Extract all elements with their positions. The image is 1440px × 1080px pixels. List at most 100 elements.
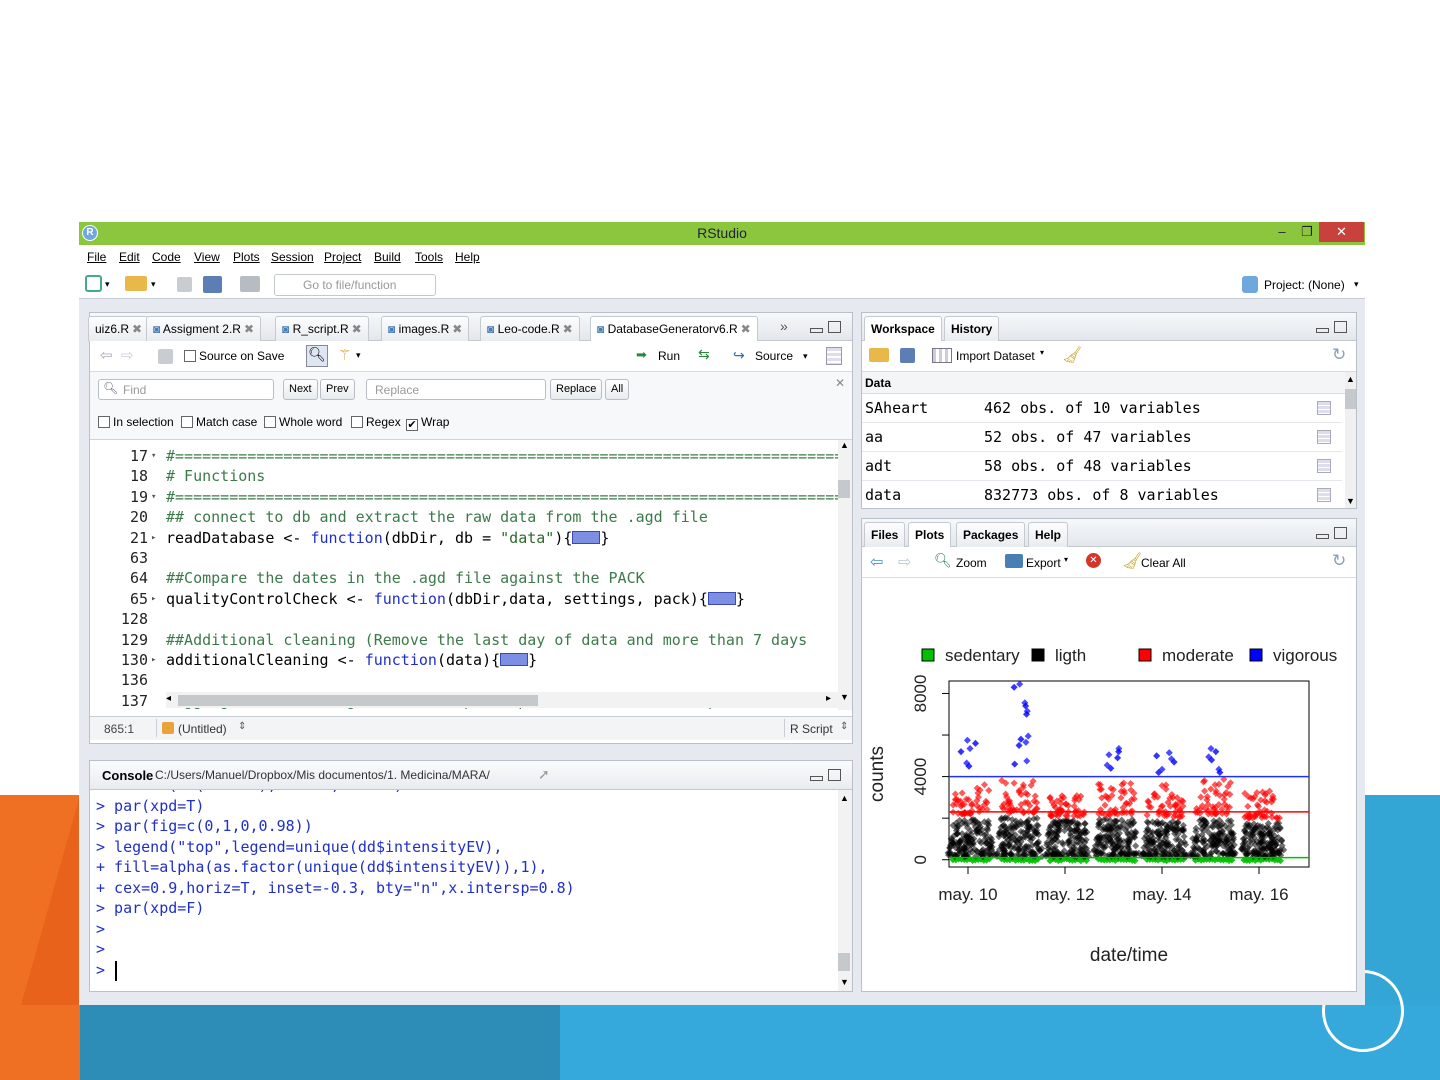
rerun-icon[interactable]: ⇆	[698, 346, 710, 363]
workspace-scrollbar[interactable]: ▲ ▼	[1345, 372, 1356, 508]
find-input[interactable]: Find	[98, 379, 274, 400]
clear-all-button[interactable]: Clear All	[1141, 556, 1186, 570]
chevron-updown-icon[interactable]: ⇕	[238, 721, 246, 732]
menu-view[interactable]: View	[194, 250, 220, 264]
scope-selector[interactable]: (Untitled)	[178, 722, 227, 736]
fold-toggle-icon[interactable]: ▸	[151, 650, 156, 670]
document-outline-icon[interactable]	[826, 347, 842, 365]
chevron-down-icon[interactable]: ▾	[105, 279, 110, 290]
console-title[interactable]: Console	[102, 768, 153, 783]
prev-button[interactable]: Prev	[320, 379, 355, 400]
save-icon[interactable]	[177, 277, 192, 292]
print-icon[interactable]	[240, 276, 260, 292]
save-workspace-icon[interactable]	[900, 348, 915, 363]
search-icon[interactable]: 🔍︎	[306, 345, 328, 367]
chevron-down-icon[interactable]: ▾	[1064, 555, 1068, 564]
menu-code[interactable]: Code	[152, 250, 181, 264]
console-scrollbar[interactable]: ▲ ▼	[838, 790, 852, 991]
tab-workspace[interactable]: Workspace	[864, 316, 942, 341]
tab-images[interactable]: ◙ images.R ✖	[381, 316, 470, 341]
editor-vertical-scrollbar[interactable]: ▲ ▼	[838, 440, 852, 710]
tab-rscript[interactable]: ◙ R_script.R ✖	[275, 316, 369, 341]
export-button[interactable]: Export	[1026, 556, 1061, 570]
source-on-save-checkbox[interactable]: Source on Save	[184, 349, 284, 363]
tab-uiz6[interactable]: uiz6.R ✖	[88, 316, 150, 341]
tab-packages[interactable]: Packages	[956, 522, 1026, 547]
whole-word-checkbox[interactable]: Whole word	[264, 415, 342, 429]
fold-toggle-icon[interactable]: ▾	[151, 487, 156, 507]
workspace-row[interactable]: SAheart 462 obs. of 10 variables	[862, 394, 1342, 423]
menu-help[interactable]: Help	[455, 250, 480, 264]
chevron-down-icon[interactable]: ▾	[1354, 279, 1359, 290]
back-arrow-icon[interactable]: ⇦	[870, 552, 883, 572]
import-dataset-button[interactable]: Import Dataset	[956, 349, 1035, 363]
pane-minmax-buttons[interactable]	[1314, 321, 1348, 335]
file-type-selector[interactable]: R Script	[790, 722, 833, 736]
code-editor[interactable]: 17 ▾ #====================================…	[90, 440, 852, 710]
pane-minmax-buttons[interactable]	[808, 321, 842, 335]
chevron-down-icon[interactable]: ▾	[1040, 348, 1044, 357]
menu-file[interactable]: File	[87, 250, 106, 264]
console-output[interactable]: > abline(h=(1002+4), col=4, lwd=1)> par(…	[90, 790, 838, 991]
forward-arrow-icon[interactable]: ⇨	[121, 346, 134, 364]
tab-files[interactable]: Files	[864, 522, 906, 547]
close-window-button[interactable]: ✕	[1319, 222, 1364, 242]
replace-input[interactable]: Replace	[366, 379, 546, 400]
menu-session[interactable]: Session	[271, 250, 314, 264]
fold-toggle-icon[interactable]: ▾	[151, 446, 156, 466]
fold-marker-icon[interactable]	[707, 591, 736, 605]
menu-tools[interactable]: Tools	[415, 250, 443, 264]
fold-marker-icon[interactable]	[572, 530, 601, 544]
wand-icon[interactable]: ⚚	[338, 346, 351, 364]
refresh-icon[interactable]: ↻	[1332, 345, 1346, 365]
view-data-icon[interactable]	[1317, 459, 1331, 473]
view-data-icon[interactable]	[1317, 401, 1331, 415]
fold-toggle-icon[interactable]: ▸	[151, 528, 156, 548]
chevron-updown-icon[interactable]: ⇕	[840, 721, 848, 732]
workspace-row[interactable]: aa 52 obs. of 47 variables	[862, 423, 1342, 452]
tab-assigment2[interactable]: ◙ Assigment 2.R ✖	[146, 316, 262, 341]
tab-plots[interactable]: Plots	[908, 522, 952, 547]
refresh-icon[interactable]: ↻	[1332, 551, 1346, 571]
chevron-down-icon[interactable]: ▾	[356, 350, 361, 361]
goto-file-input[interactable]: Go to file/function	[274, 274, 436, 296]
next-button[interactable]: Next	[283, 379, 318, 400]
save-all-icon[interactable]	[203, 276, 222, 293]
menu-edit[interactable]: Edit	[119, 250, 140, 264]
workspace-row[interactable]: adt 58 obs. of 48 variables	[862, 452, 1342, 481]
broom-icon[interactable]: 🧹︎	[1062, 345, 1082, 365]
source-button[interactable]: Source	[755, 349, 793, 363]
menu-project[interactable]: Project	[324, 250, 361, 264]
forward-arrow-icon[interactable]: ⇨	[898, 552, 911, 572]
wrap-checkbox[interactable]: ✔ Wrap	[406, 415, 449, 431]
view-data-icon[interactable]	[1317, 430, 1331, 444]
editor-horizontal-scrollbar[interactable]: ◂ ▸	[166, 692, 838, 708]
menu-plots[interactable]: Plots	[233, 250, 260, 264]
close-icon[interactable]: ✕	[835, 376, 845, 390]
chevron-down-icon[interactable]: ▾	[803, 351, 808, 362]
fold-marker-icon[interactable]	[500, 653, 529, 666]
fold-toggle-icon[interactable]: ▸	[151, 589, 156, 609]
replace-button[interactable]: Replace	[550, 379, 603, 400]
chevron-down-icon[interactable]: ▾	[151, 279, 156, 290]
restore-button[interactable]: ❐	[1292, 222, 1322, 242]
new-file-icon[interactable]	[85, 275, 102, 292]
tab-database-generator[interactable]: ◙ DatabaseGeneratorv6.R ✖	[590, 316, 758, 341]
workspace-row[interactable]: data 832773 obs. of 8 variables	[862, 481, 1342, 508]
replace-all-button[interactable]: All	[605, 379, 630, 400]
open-folder-icon[interactable]	[125, 276, 147, 291]
view-data-icon[interactable]	[1317, 488, 1331, 502]
match-case-checkbox[interactable]: Match case	[181, 415, 257, 429]
project-menu[interactable]: Project: (None)	[1264, 278, 1345, 292]
pane-minmax-buttons[interactable]	[808, 769, 842, 783]
in-selection-checkbox[interactable]: In selection	[98, 415, 174, 429]
pane-minmax-buttons[interactable]	[1314, 527, 1348, 541]
tab-help[interactable]: Help	[1028, 522, 1069, 547]
regex-checkbox[interactable]: Regex	[351, 415, 401, 429]
zoom-button[interactable]: Zoom	[956, 556, 987, 570]
back-arrow-icon[interactable]: ⇦	[100, 346, 113, 364]
remove-plot-icon[interactable]: ✕	[1086, 553, 1101, 568]
go-to-directory-icon[interactable]: ➚	[538, 766, 550, 783]
load-workspace-icon[interactable]	[869, 348, 889, 362]
more-tabs-icon[interactable]: »	[780, 318, 788, 334]
